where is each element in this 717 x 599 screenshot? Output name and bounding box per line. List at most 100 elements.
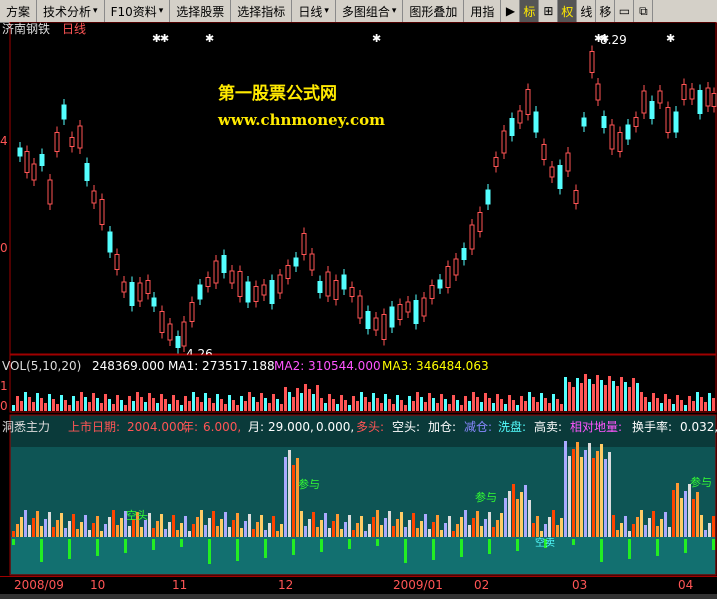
indicator-bar [492, 527, 495, 537]
candle-body [711, 93, 717, 107]
tag-icon[interactable]: 标 [520, 0, 540, 22]
volume-bar [136, 392, 139, 411]
indicator-bar [508, 491, 511, 537]
signal-star-icon: ✱ [600, 32, 609, 45]
indicator-bar [552, 510, 555, 537]
indicator-bar [540, 531, 543, 537]
indicator-bar [536, 516, 539, 537]
line-icon[interactable]: 线 [577, 0, 597, 22]
toolbar-button[interactable]: 多图组合 [336, 0, 404, 22]
candle-body [229, 270, 235, 284]
volume-bar [224, 404, 227, 411]
indicator-bar [568, 456, 571, 537]
volume-bar [156, 403, 159, 411]
date-label: 12 [278, 578, 294, 592]
candle-body [301, 233, 307, 255]
volume-bar [252, 397, 255, 411]
candle-body [437, 279, 443, 289]
indicator-bar [388, 511, 391, 537]
indicator-bar [420, 521, 423, 537]
indicator-bar [460, 517, 463, 537]
volume-bar [164, 399, 167, 411]
indicator-bar [456, 524, 459, 537]
indicator-bar [36, 511, 39, 537]
volume-bar [172, 395, 175, 411]
volume-bar [140, 397, 143, 411]
indicator-bar [116, 525, 119, 537]
indicator-bar [152, 528, 155, 537]
volume-bar [452, 395, 455, 411]
volume-bar [296, 388, 299, 411]
volume-bar [76, 401, 79, 411]
volume-bar [404, 405, 407, 411]
play-icon[interactable]: ▶ [501, 0, 521, 22]
candle-body [689, 88, 695, 100]
rights-icon[interactable]: 权 [558, 0, 578, 22]
volume-ma3: MA3: 346484.063 [382, 359, 489, 373]
candle-body [277, 274, 283, 294]
indicator-name: 洞悉主力 [2, 420, 50, 434]
volume-bar [540, 393, 543, 411]
candle-body [509, 118, 515, 136]
indicator-bar [504, 498, 507, 537]
candle-body [697, 90, 703, 114]
indicator-bar [484, 519, 487, 537]
volume-bar [536, 402, 539, 411]
candle-body [657, 90, 663, 104]
candle-body [665, 107, 671, 133]
indicator-bar [104, 524, 107, 537]
annotation-canyu: 参与 [475, 490, 497, 504]
restore-icon[interactable]: ⧉ [634, 0, 654, 22]
indicator-negative-bar [152, 539, 155, 550]
move-icon[interactable]: 移 [596, 0, 616, 22]
candle-body [237, 271, 243, 297]
volume-bar [248, 392, 251, 411]
indicator-bar [40, 526, 43, 537]
indicator-bar [52, 527, 55, 537]
indicator-bar [488, 512, 491, 537]
indicator-bar [440, 530, 443, 537]
volume-bar [652, 393, 655, 411]
volume-header: VOL(5,10,20) [2, 359, 81, 373]
volume-bar [232, 400, 235, 411]
indicator-bar [324, 513, 327, 537]
toolbar-button[interactable]: 选择指标 [231, 0, 293, 22]
candle-body [633, 117, 639, 127]
candle-body [197, 284, 203, 300]
indicator-bar [196, 517, 199, 537]
volume-bar [20, 401, 23, 411]
annotation-canyu: 参与 [690, 475, 712, 489]
toolbar-button[interactable]: F10资料 [105, 0, 171, 22]
indicator-bar [580, 457, 583, 537]
toolbar-button[interactable]: 用指 [464, 0, 502, 22]
indicator-bar [352, 530, 355, 537]
indicator-bar [28, 525, 31, 537]
toolbar-button[interactable]: 图形叠加 [403, 0, 465, 22]
crosshair-icon[interactable]: ⊞ [539, 0, 559, 22]
indicator-bar [304, 526, 307, 537]
volume-bar [92, 393, 95, 411]
toolbar-button[interactable]: 方案 [0, 0, 38, 22]
reduce-label: 减仓: [464, 420, 492, 434]
indicator-bar [348, 515, 351, 537]
candle-body [285, 265, 291, 279]
chart-area[interactable]: 济南钢铁 日线 4 0 8.29 4.26 第一股票公式网 www.chnmon… [0, 22, 717, 577]
indicator-negative-bar [236, 539, 239, 561]
indicator-negative-bar [292, 539, 295, 555]
toolbar-button[interactable]: 技术分析 [37, 0, 105, 22]
indicator-negative-bar [600, 539, 603, 562]
volume-bar [188, 401, 191, 411]
toolbar-button[interactable]: 日线 [292, 0, 336, 22]
stock-chart[interactable]: 济南钢铁 日线 4 0 8.29 4.26 第一股票公式网 www.chnmon… [0, 22, 717, 577]
toolbar-button[interactable]: 选择股票 [170, 0, 232, 22]
window-icon[interactable]: ▭ [615, 0, 635, 22]
indicator-bar [128, 526, 131, 537]
indicator-bar [452, 531, 455, 537]
indicator-bar [300, 511, 303, 537]
candle-body [24, 151, 30, 173]
indicator-header: 洞悉主力 上市日期: 2004.000, 年: 6.000, 月: 29.000… [2, 419, 717, 434]
candle-body [649, 101, 655, 119]
indicator-bar [608, 452, 611, 537]
indicator-bar [188, 531, 191, 537]
volume-bar [472, 392, 475, 411]
